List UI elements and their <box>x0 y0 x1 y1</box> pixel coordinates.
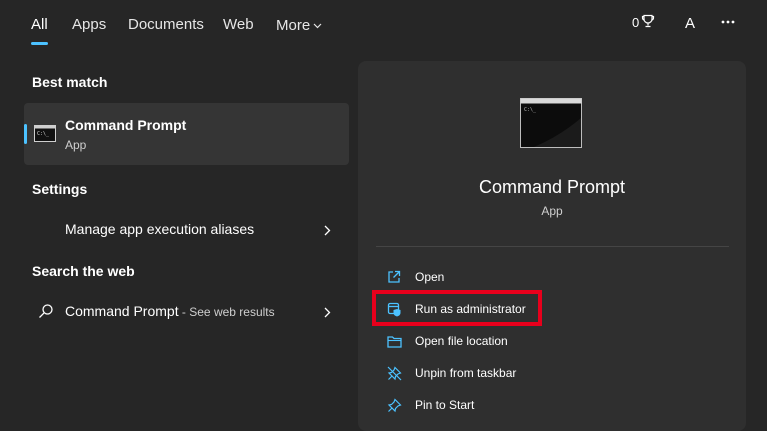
open-action[interactable]: Open <box>378 264 678 290</box>
svg-text:C:\_: C:\_ <box>37 131 50 137</box>
open-file-location-action[interactable]: Open file location <box>378 328 678 354</box>
settings-result-label: Manage app execution aliases <box>65 221 255 237</box>
pin-to-start-action[interactable]: Pin to Start <box>378 392 678 418</box>
tab-apps[interactable]: Apps <box>72 16 106 33</box>
trophy-icon <box>641 14 655 31</box>
search-icon <box>38 303 54 324</box>
app-title: Command Prompt <box>478 177 626 197</box>
rewards-button[interactable]: 0 <box>632 14 655 31</box>
chevron-down-icon <box>313 16 322 33</box>
best-match-subtitle: App <box>65 138 87 152</box>
web-result-suffix: - See web results <box>178 305 275 319</box>
tab-documents[interactable]: Documents <box>128 16 204 33</box>
avatar-letter: A <box>684 14 695 32</box>
command-prompt-large-icon: C:\_ <box>520 98 582 148</box>
app-type: App <box>541 204 563 218</box>
rewards-points: 0 <box>632 15 640 30</box>
web-result-label: Command Prompt - See web results <box>65 303 275 319</box>
divider <box>376 246 729 247</box>
highlight-box <box>372 290 542 326</box>
pin-icon <box>386 397 402 413</box>
tab-more[interactable]: More <box>276 16 322 34</box>
unpin-from-taskbar-action[interactable]: Unpin from taskbar <box>378 360 678 386</box>
open-action-label: Open <box>415 270 445 284</box>
settings-heading: Settings <box>32 181 88 197</box>
web-result-item[interactable]: Command Prompt - See web results <box>24 293 349 329</box>
app-details-panel: C:\_ Command Prompt App Open Run as admi… <box>358 61 746 431</box>
search-nav-bar: All Apps Documents Web More 0 A <box>0 0 767 52</box>
account-avatar[interactable]: A <box>679 12 701 34</box>
pin-to-start-label: Pin to Start <box>415 398 475 412</box>
best-match-title: Command Prompt <box>65 117 187 133</box>
search-web-heading: Search the web <box>32 263 135 279</box>
chevron-right-icon <box>324 305 331 323</box>
best-match-result[interactable]: C:\_ Command Prompt App <box>24 103 349 165</box>
tab-all[interactable]: All <box>31 16 48 33</box>
active-tab-indicator <box>31 42 48 45</box>
open-file-location-label: Open file location <box>415 334 508 348</box>
open-external-icon <box>386 269 402 285</box>
selection-indicator <box>24 124 27 144</box>
unpin-from-taskbar-label: Unpin from taskbar <box>415 366 517 380</box>
tab-web[interactable]: Web <box>223 16 254 33</box>
settings-result-item[interactable]: Manage app execution aliases <box>24 211 349 247</box>
chevron-right-icon <box>324 223 331 241</box>
best-match-heading: Best match <box>32 74 108 90</box>
svg-text:C:\_: C:\_ <box>524 107 537 113</box>
command-prompt-icon: C:\_ <box>34 125 56 147</box>
unpin-icon <box>386 365 402 381</box>
tab-more-label: More <box>276 17 311 34</box>
web-result-query: Command Prompt <box>65 303 179 319</box>
folder-icon <box>386 333 402 349</box>
more-options-icon[interactable] <box>718 12 738 32</box>
